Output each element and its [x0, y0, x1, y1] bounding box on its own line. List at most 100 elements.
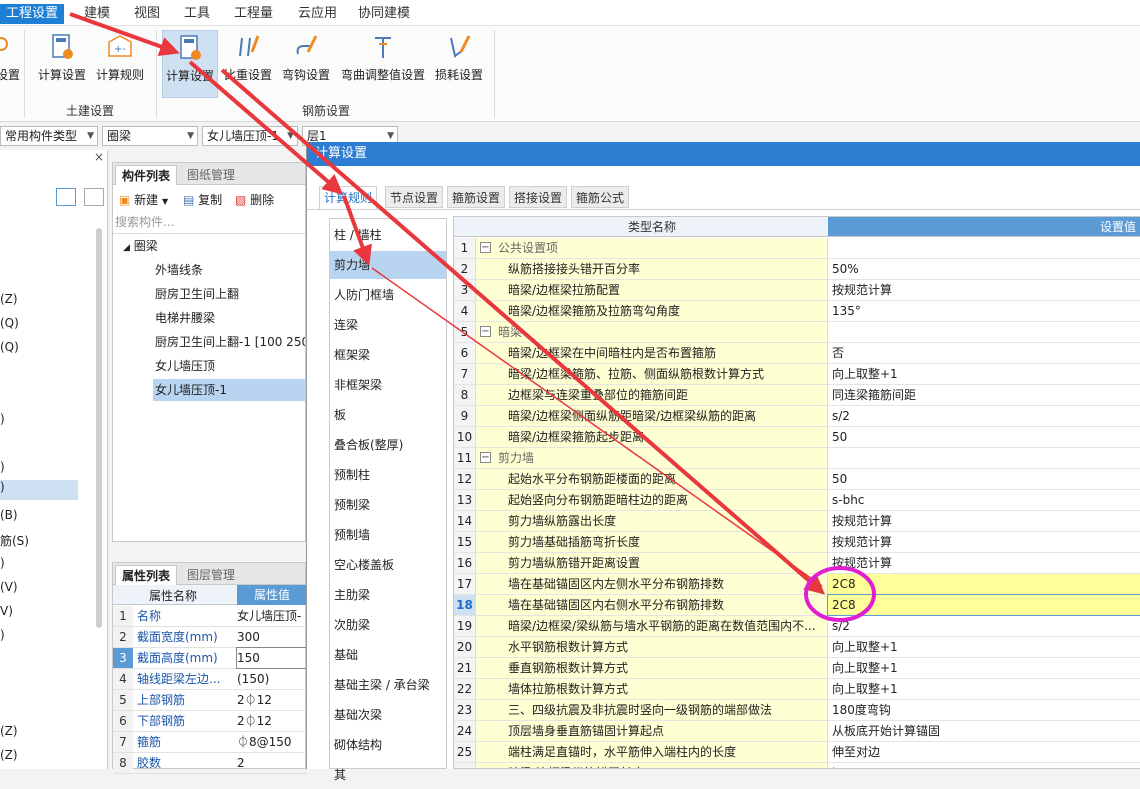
property-value[interactable]: 2⏀12 — [237, 690, 307, 710]
grid-row[interactable]: 4 暗梁/边框梁箍筋及拉筋弯勾角度 135° — [454, 301, 1140, 322]
grid-row[interactable]: 25 端柱满足直锚时，水平筋伸入端柱内的长度 伸至对边 — [454, 742, 1140, 763]
tab-calc-rules[interactable]: 计算规则 — [319, 186, 378, 210]
category-item[interactable]: 基础 — [330, 641, 446, 669]
nav-item[interactable]: (Z) — [0, 724, 18, 738]
nav-item[interactable]: (B) — [0, 508, 18, 522]
property-row[interactable]: 8 胶数 2 — [113, 753, 307, 774]
component-name-combo[interactable]: 女儿墙压顶-1 ▼ — [202, 126, 298, 146]
grid-row[interactable]: 7 暗梁/边框梁箍筋、拉筋、侧面纵筋根数计算方式 向上取整+1 — [454, 364, 1140, 385]
nav-item[interactable]: (Z) — [0, 292, 18, 306]
property-row[interactable]: 3 截面高度(mm) 150 — [113, 647, 308, 669]
tree-root[interactable]: ◢ 圈梁 — [123, 235, 158, 257]
tab-drawing-manage[interactable]: 图纸管理 — [181, 165, 241, 185]
property-value[interactable]: ⏀8@150 — [237, 732, 307, 752]
tree-item-selected[interactable]: 女儿墙压顶-1 — [153, 379, 305, 401]
setting-value[interactable]: 按规范计算 — [828, 553, 1140, 573]
collapse-icon[interactable]: − — [480, 242, 491, 253]
tab-property-list[interactable]: 属性列表 — [115, 565, 178, 585]
setting-value[interactable]: 180度弯钩 — [828, 700, 1140, 720]
category-item[interactable]: 其 — [330, 761, 446, 789]
category-item[interactable]: 人防门框墙 — [330, 281, 446, 309]
nav-item[interactable]: ) — [0, 412, 5, 426]
civil-calc-rules-button[interactable]: +- 计算规则 — [94, 30, 146, 90]
setting-value[interactable]: 2C8 — [827, 594, 1140, 616]
tree-item[interactable]: 厨房卫生间上翻 — [155, 283, 239, 305]
ribbon-partial-button[interactable]: 设置 — [0, 30, 20, 90]
setting-value[interactable]: 同连梁箍筋间距 — [828, 385, 1140, 405]
rebar-hook-settings-button[interactable]: 弯钩设置 — [280, 30, 332, 90]
setting-value[interactable] — [828, 448, 1140, 468]
setting-value[interactable]: s/2 — [828, 406, 1140, 426]
grid-group-row[interactable]: 1− 公共设置项 — [454, 238, 1140, 259]
grid-row[interactable]: 16 剪力墙纵筋错开距离设置 按规范计算 — [454, 553, 1140, 574]
grid-row[interactable]: 20 水平钢筋根数计算方式 向上取整+1 — [454, 637, 1140, 658]
property-row[interactable]: 7 箍筋 ⏀8@150 — [113, 732, 307, 753]
category-item[interactable]: 连梁 — [330, 311, 446, 339]
setting-value[interactable]: 从板底开始计算锚固 — [828, 721, 1140, 741]
grid-row[interactable]: 3 暗梁/边框梁拉筋配置 按规范计算 — [454, 280, 1140, 301]
grid-group-row[interactable]: 11− 剪力墙 — [454, 448, 1140, 469]
grid-row[interactable]: 13 起始竖向分布钢筋距暗柱边的距离 s-bhc — [454, 490, 1140, 511]
menu-collab[interactable]: 协同建模 — [352, 4, 416, 24]
property-value[interactable]: (150) — [237, 669, 307, 689]
tab-stirrup-formula[interactable]: 箍筋公式 — [571, 186, 630, 208]
property-value[interactable]: 2⏀12 — [237, 711, 307, 731]
property-row[interactable]: 1 名称 女儿墙压顶- — [113, 606, 307, 627]
setting-value[interactable]: 50 — [828, 469, 1140, 489]
collapse-icon[interactable]: − — [480, 452, 491, 463]
setting-value[interactable]: s/2 — [828, 616, 1140, 636]
tab-stirrup-settings[interactable]: 箍筋设置 — [447, 186, 506, 208]
tree-item[interactable]: 电梯井腰梁 — [155, 307, 215, 329]
grid-row[interactable]: 10 暗梁/边框梁箍筋起步距离 50 — [454, 427, 1140, 448]
setting-value[interactable]: 向上取整+1 — [828, 637, 1140, 657]
grid-row[interactable]: 9 暗梁/边框梁侧面纵筋距暗梁/边框梁纵筋的距离 s/2 — [454, 406, 1140, 427]
tree-item[interactable]: 女儿墙压顶 — [155, 355, 215, 377]
tab-layer-manage[interactable]: 图层管理 — [181, 565, 241, 585]
rebar-density-settings-button[interactable]: 比重设置 — [222, 30, 274, 90]
setting-value[interactable]: 向上取整+1 — [828, 679, 1140, 699]
category-item[interactable]: 板 — [330, 401, 446, 429]
setting-value[interactable]: 50% — [828, 259, 1140, 279]
nav-item[interactable]: (Z) — [0, 748, 18, 762]
property-value[interactable]: 女儿墙压顶- — [237, 606, 307, 626]
grid-row[interactable]: 19 暗梁/边框梁/梁纵筋与墙水平钢筋的距离在数值范围内不... s/2 — [454, 616, 1140, 637]
setting-value[interactable] — [828, 238, 1140, 258]
category-item[interactable]: 剪力墙 — [330, 251, 446, 279]
setting-value[interactable]: 向上取整+1 — [828, 364, 1140, 384]
setting-value[interactable]: 135° — [828, 301, 1140, 321]
category-item[interactable]: 主肋梁 — [330, 581, 446, 609]
nav-item[interactable]: 筋(S) — [0, 532, 29, 549]
category-item[interactable]: 框架梁 — [330, 341, 446, 369]
setting-value[interactable]: l — [828, 763, 1140, 768]
grid-group-row[interactable]: 5− 暗梁 — [454, 322, 1140, 343]
component-type-combo[interactable]: 常用构件类型 ▼ — [0, 126, 98, 146]
grid-row[interactable]: 17 墙在基础锚固区内左侧水平分布钢筋排数 2C8 — [454, 574, 1140, 595]
grid-row[interactable]: 2 纵筋搭接接头错开百分率 50% — [454, 259, 1140, 280]
rebar-calc-settings-button[interactable]: 计算设置 — [162, 30, 218, 98]
menu-cloud[interactable]: 云应用 — [292, 4, 343, 24]
setting-value[interactable]: 否 — [828, 343, 1140, 363]
nav-item[interactable]: ) — [0, 460, 5, 474]
rebar-bend-adjust-button[interactable]: 弯曲调整值设置 — [338, 30, 428, 90]
close-icon[interactable]: × — [94, 150, 104, 164]
property-value[interactable]: 150 — [236, 647, 308, 669]
grid-row[interactable]: 15 剪力墙基础插筋弯折长度 按规范计算 — [454, 532, 1140, 553]
setting-value[interactable]: 按规范计算 — [828, 511, 1140, 531]
property-value[interactable]: 300 — [237, 627, 307, 647]
category-item[interactable]: 非框架梁 — [330, 371, 446, 399]
setting-value[interactable]: s-bhc — [828, 490, 1140, 510]
setting-value[interactable]: 50 — [828, 427, 1140, 447]
menu-quantity[interactable]: 工程量 — [228, 4, 279, 24]
category-item[interactable]: 叠合板(整厚) — [330, 431, 446, 459]
new-button[interactable]: ▣ 新建 ▼ — [119, 191, 168, 208]
setting-value[interactable]: 按规范计算 — [828, 532, 1140, 552]
nav-item[interactable]: (V) — [0, 580, 18, 594]
setting-value[interactable]: 按规范计算 — [828, 280, 1140, 300]
scrollbar[interactable] — [96, 228, 102, 628]
setting-value[interactable] — [828, 322, 1140, 342]
nav-item[interactable]: V) — [0, 604, 13, 618]
search-input[interactable]: 搜索构件... — [115, 213, 303, 231]
category-item[interactable]: 空心楼盖板 — [330, 551, 446, 579]
copy-button[interactable]: ▤ 复制 — [183, 191, 222, 208]
list-view-icon[interactable] — [56, 188, 76, 206]
